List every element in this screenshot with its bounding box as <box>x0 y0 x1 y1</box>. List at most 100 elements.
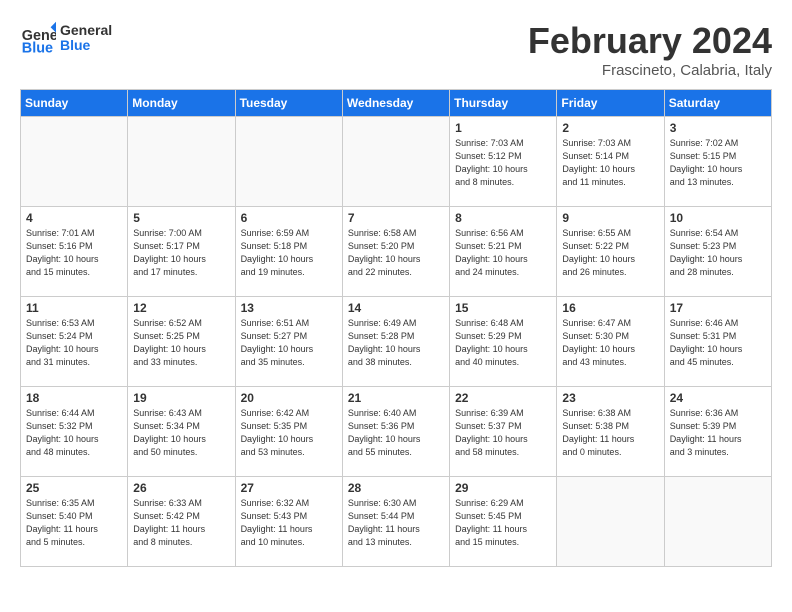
day-info: Sunrise: 6:30 AMSunset: 5:44 PMDaylight:… <box>348 497 444 549</box>
day-cell: 17 Sunrise: 6:46 AMSunset: 5:31 PMDayligh… <box>664 297 771 387</box>
day-header-monday: Monday <box>128 90 235 117</box>
day-header-wednesday: Wednesday <box>342 90 449 117</box>
week-row-4: 18 Sunrise: 6:44 AMSunset: 5:32 PMDayligh… <box>21 387 772 477</box>
week-row-1: 1 Sunrise: 7:03 AMSunset: 5:12 PMDaylight… <box>21 117 772 207</box>
day-number: 28 <box>348 481 444 495</box>
day-cell <box>664 477 771 567</box>
day-cell: 9 Sunrise: 6:55 AMSunset: 5:22 PMDaylight… <box>557 207 664 297</box>
day-info: Sunrise: 7:03 AMSunset: 5:14 PMDaylight:… <box>562 137 658 189</box>
day-number: 13 <box>241 301 337 315</box>
day-number: 3 <box>670 121 766 135</box>
day-info: Sunrise: 6:42 AMSunset: 5:35 PMDaylight:… <box>241 407 337 459</box>
logo-general: General <box>60 23 112 38</box>
week-row-2: 4Sunrise: 7:01 AMSunset: 5:16 PMDaylight… <box>21 207 772 297</box>
day-number: 25 <box>26 481 122 495</box>
day-number: 2 <box>562 121 658 135</box>
svg-text:Blue: Blue <box>22 40 53 56</box>
logo: General Blue General Blue <box>20 20 112 56</box>
day-number: 8 <box>455 211 551 225</box>
day-number: 26 <box>133 481 229 495</box>
title-area: February 2024 Frascineto, Calabria, Ital… <box>528 20 772 79</box>
day-info: Sunrise: 6:36 AMSunset: 5:39 PMDaylight:… <box>670 407 766 459</box>
day-cell: 2 Sunrise: 7:03 AMSunset: 5:14 PMDaylight… <box>557 117 664 207</box>
day-number: 16 <box>562 301 658 315</box>
logo-blue: Blue <box>60 38 112 53</box>
day-info: Sunrise: 6:47 AMSunset: 5:30 PMDaylight:… <box>562 317 658 369</box>
day-number: 20 <box>241 391 337 405</box>
day-cell <box>128 117 235 207</box>
location: Frascineto, Calabria, Italy <box>528 62 772 79</box>
day-cell: 18 Sunrise: 6:44 AMSunset: 5:32 PMDayligh… <box>21 387 128 477</box>
day-number: 11 <box>26 301 122 315</box>
day-info: Sunrise: 6:55 AMSunset: 5:22 PMDaylight:… <box>562 227 658 279</box>
day-info: Sunrise: 7:00 AMSunset: 5:17 PMDaylight:… <box>133 227 229 279</box>
day-cell: 14 Sunrise: 6:49 AMSunset: 5:28 PMDayligh… <box>342 297 449 387</box>
day-header-friday: Friday <box>557 90 664 117</box>
day-info: Sunrise: 6:40 AMSunset: 5:36 PMDaylight:… <box>348 407 444 459</box>
day-info: Sunrise: 6:59 AMSunset: 5:18 PMDaylight:… <box>241 227 337 279</box>
day-cell: 1 Sunrise: 7:03 AMSunset: 5:12 PMDaylight… <box>450 117 557 207</box>
day-number: 27 <box>241 481 337 495</box>
day-number: 10 <box>670 211 766 225</box>
day-cell: 19 Sunrise: 6:43 AMSunset: 5:34 PMDayligh… <box>128 387 235 477</box>
day-number: 7 <box>348 211 444 225</box>
day-number: 19 <box>133 391 229 405</box>
day-info: Sunrise: 6:51 AMSunset: 5:27 PMDaylight:… <box>241 317 337 369</box>
day-info: Sunrise: 6:32 AMSunset: 5:43 PMDaylight:… <box>241 497 337 549</box>
header: General Blue General Blue February 2024 … <box>20 20 772 79</box>
day-cell: 3Sunrise: 7:02 AMSunset: 5:15 PMDaylight… <box>664 117 771 207</box>
day-cell <box>342 117 449 207</box>
day-info: Sunrise: 6:49 AMSunset: 5:28 PMDaylight:… <box>348 317 444 369</box>
day-cell: 16 Sunrise: 6:47 AMSunset: 5:30 PMDayligh… <box>557 297 664 387</box>
logo-icon: General Blue <box>20 20 56 56</box>
day-info: Sunrise: 6:44 AMSunset: 5:32 PMDaylight:… <box>26 407 122 459</box>
day-info: Sunrise: 6:56 AMSunset: 5:21 PMDaylight:… <box>455 227 551 279</box>
day-info: Sunrise: 6:54 AMSunset: 5:23 PMDaylight:… <box>670 227 766 279</box>
day-info: Sunrise: 6:58 AMSunset: 5:20 PMDaylight:… <box>348 227 444 279</box>
day-cell: 6 Sunrise: 6:59 AMSunset: 5:18 PMDaylight… <box>235 207 342 297</box>
day-info: Sunrise: 7:01 AMSunset: 5:16 PMDaylight:… <box>26 227 122 279</box>
day-cell: 26 Sunrise: 6:33 AMSunset: 5:42 PMDayligh… <box>128 477 235 567</box>
day-cell: 21 Sunrise: 6:40 AMSunset: 5:36 PMDayligh… <box>342 387 449 477</box>
day-cell: 28 Sunrise: 6:30 AMSunset: 5:44 PMDayligh… <box>342 477 449 567</box>
day-number: 6 <box>241 211 337 225</box>
month-title: February 2024 <box>528 20 772 62</box>
header-row: SundayMondayTuesdayWednesdayThursdayFrid… <box>21 90 772 117</box>
day-number: 21 <box>348 391 444 405</box>
day-cell <box>235 117 342 207</box>
day-cell <box>21 117 128 207</box>
day-cell: 10 Sunrise: 6:54 AMSunset: 5:23 PMDayligh… <box>664 207 771 297</box>
day-number: 15 <box>455 301 551 315</box>
day-info: Sunrise: 6:52 AMSunset: 5:25 PMDaylight:… <box>133 317 229 369</box>
day-number: 14 <box>348 301 444 315</box>
day-info: Sunrise: 6:38 AMSunset: 5:38 PMDaylight:… <box>562 407 658 459</box>
day-number: 18 <box>26 391 122 405</box>
day-cell: 4Sunrise: 7:01 AMSunset: 5:16 PMDaylight… <box>21 207 128 297</box>
week-row-3: 11 Sunrise: 6:53 AMSunset: 5:24 PMDayligh… <box>21 297 772 387</box>
day-number: 9 <box>562 211 658 225</box>
day-info: Sunrise: 6:53 AMSunset: 5:24 PMDaylight:… <box>26 317 122 369</box>
day-number: 5 <box>133 211 229 225</box>
day-number: 17 <box>670 301 766 315</box>
day-info: Sunrise: 6:46 AMSunset: 5:31 PMDaylight:… <box>670 317 766 369</box>
week-row-5: 25Sunrise: 6:35 AMSunset: 5:40 PMDayligh… <box>21 477 772 567</box>
day-number: 29 <box>455 481 551 495</box>
day-cell: 22 Sunrise: 6:39 AMSunset: 5:37 PMDayligh… <box>450 387 557 477</box>
day-info: Sunrise: 6:39 AMSunset: 5:37 PMDaylight:… <box>455 407 551 459</box>
day-header-tuesday: Tuesday <box>235 90 342 117</box>
day-info: Sunrise: 7:03 AMSunset: 5:12 PMDaylight:… <box>455 137 551 189</box>
day-info: Sunrise: 6:33 AMSunset: 5:42 PMDaylight:… <box>133 497 229 549</box>
day-info: Sunrise: 6:29 AMSunset: 5:45 PMDaylight:… <box>455 497 551 549</box>
day-cell: 20 Sunrise: 6:42 AMSunset: 5:35 PMDayligh… <box>235 387 342 477</box>
day-cell: 24Sunrise: 6:36 AMSunset: 5:39 PMDayligh… <box>664 387 771 477</box>
day-cell: 25Sunrise: 6:35 AMSunset: 5:40 PMDayligh… <box>21 477 128 567</box>
day-cell: 27 Sunrise: 6:32 AMSunset: 5:43 PMDayligh… <box>235 477 342 567</box>
day-header-sunday: Sunday <box>21 90 128 117</box>
day-cell: 23Sunrise: 6:38 AMSunset: 5:38 PMDayligh… <box>557 387 664 477</box>
day-number: 22 <box>455 391 551 405</box>
day-number: 1 <box>455 121 551 135</box>
day-info: Sunrise: 6:43 AMSunset: 5:34 PMDaylight:… <box>133 407 229 459</box>
day-cell: 15Sunrise: 6:48 AMSunset: 5:29 PMDayligh… <box>450 297 557 387</box>
day-cell <box>557 477 664 567</box>
day-cell: 11 Sunrise: 6:53 AMSunset: 5:24 PMDayligh… <box>21 297 128 387</box>
